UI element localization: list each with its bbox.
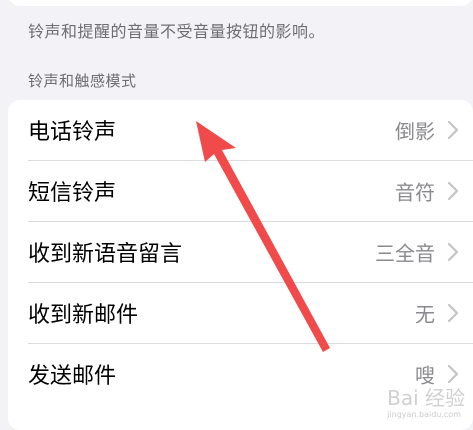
chevron-right-icon [447,364,459,384]
list-item-sms-ringtone[interactable]: 短信铃声 音符 [8,161,473,221]
row-value: 音符 [395,180,435,205]
list-item-phone-ringtone[interactable]: 电话铃声 倒影 [8,100,473,160]
section-header-ringtones: 铃声和触感模式 [28,72,137,90]
ringtones-list-card: 电话铃声 倒影 短信铃声 音符 收到新语音留言 三全音 收到新邮件 无 发送邮件… [8,100,473,430]
baidu-jingyan-watermark: Bai 经验 [387,386,465,410]
previous-section-card [8,0,473,6]
row-value: 三全音 [375,241,435,266]
chevron-right-icon [447,120,459,140]
row-label: 电话铃声 [28,120,117,145]
list-item-new-voicemail[interactable]: 收到新语音留言 三全音 [8,222,473,282]
row-label: 发送邮件 [28,364,117,389]
volume-footer-note: 铃声和提醒的音量不受音量按钮的影响。 [28,22,326,41]
row-label: 短信铃声 [28,181,117,206]
chevron-right-icon [447,303,459,323]
row-value: 倒影 [395,119,435,144]
baidu-jingyan-watermark-url: jingyan.baidu.com [387,410,461,419]
row-label: 收到新邮件 [28,303,139,328]
row-value: 无 [415,302,435,327]
chevron-right-icon [447,242,459,262]
list-item-new-mail[interactable]: 收到新邮件 无 [8,283,473,343]
row-label: 收到新语音留言 [28,242,183,267]
chevron-right-icon [447,181,459,201]
